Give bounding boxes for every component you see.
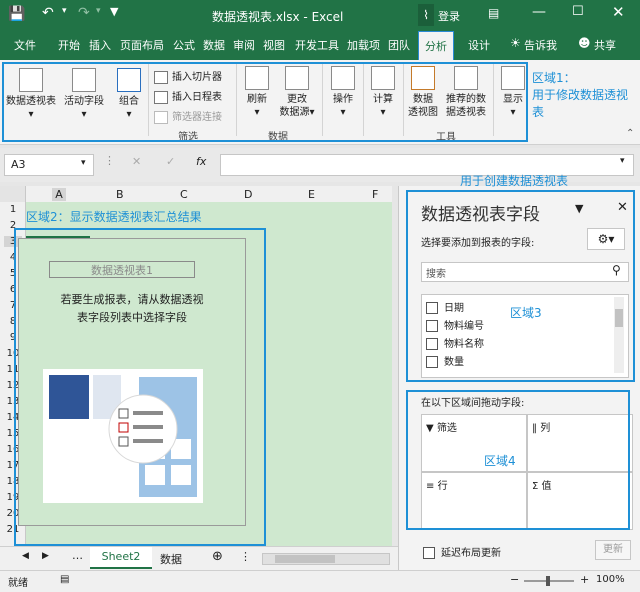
zoom-out-icon[interactable]: −	[510, 573, 519, 586]
name-box[interactable]: A3 ▾	[4, 154, 94, 176]
row-header[interactable]: 1	[4, 204, 22, 215]
zoom-slider-thumb[interactable]	[546, 576, 550, 586]
scroll-right-icon[interactable]: ▶	[42, 551, 49, 561]
area3-frame	[406, 190, 635, 382]
redo-icon[interactable]: ↷	[78, 5, 90, 21]
undo-icon[interactable]: ↶	[42, 5, 54, 21]
more-sheets-icon[interactable]: ⋮	[240, 550, 251, 563]
horizontal-scrollbar[interactable]	[262, 553, 390, 565]
collapse-ribbon-icon[interactable]: ⌃	[626, 128, 634, 139]
tab-file[interactable]: 文件	[14, 37, 36, 53]
tab-home[interactable]: 开始	[58, 37, 80, 53]
column-header[interactable]: D	[244, 188, 252, 201]
close-icon[interactable]: ✕	[612, 3, 625, 21]
sheet-tab-data[interactable]: 数据	[160, 551, 182, 567]
tab-view[interactable]: 视图	[263, 37, 285, 53]
area3-label: 区域3	[510, 306, 542, 320]
tab-review[interactable]: 审阅	[233, 37, 255, 53]
area1-label: 区域1： 用于修改数据透视 表	[532, 71, 629, 119]
ribbon-display-icon[interactable]: ⌇	[418, 4, 434, 26]
select-all-corner[interactable]	[0, 186, 25, 202]
horizontal-scrollbar-thumb[interactable]	[275, 555, 335, 563]
name-box-dropdown-icon[interactable]: ▾	[81, 158, 86, 168]
add-sheet-icon[interactable]: ⊕	[212, 549, 223, 564]
area4-frame	[406, 390, 630, 530]
tell-me-input[interactable]: 告诉我	[524, 37, 557, 53]
cancel-formula-icon[interactable]: ✕	[132, 155, 141, 168]
area2-frame	[14, 228, 266, 546]
maximize-icon[interactable]: ☐	[572, 4, 584, 19]
insert-function-icon[interactable]: fx	[196, 155, 206, 168]
defer-checkbox[interactable]	[423, 547, 435, 559]
expand-formula-icon[interactable]: ▾	[620, 156, 625, 166]
tab-team[interactable]: 团队	[388, 37, 410, 53]
sheet-tab-bar: ◀ ▶ … Sheet2 数据 ⊕ ⋮	[0, 546, 398, 571]
enter-formula-icon[interactable]: ✓	[166, 155, 175, 168]
tab-developer[interactable]: 开发工具	[295, 37, 339, 53]
customize-qat-icon[interactable]: ▼	[110, 5, 118, 18]
save-icon[interactable]: 💾	[8, 6, 25, 22]
window-title: 数据透视表.xlsx - Excel	[212, 10, 344, 24]
macro-record-icon[interactable]: ▤	[60, 574, 69, 585]
zoom-level[interactable]: 100%	[596, 574, 625, 585]
ribbon-options-icon[interactable]: ▤	[488, 6, 499, 20]
scroll-left-icon[interactable]: ◀	[22, 551, 29, 561]
zoom-slider[interactable]	[524, 576, 574, 586]
undo-dropdown-icon[interactable]: ▾	[62, 6, 67, 16]
login-link[interactable]: 登录	[438, 8, 460, 24]
zoom-in-icon[interactable]: +	[580, 573, 589, 586]
tab-page-layout[interactable]: 页面布局	[120, 37, 164, 53]
tab-design[interactable]: 设计	[468, 37, 490, 53]
defer-update-checkbox[interactable]: 延迟布局更新	[423, 544, 501, 559]
area1-frame	[2, 62, 528, 142]
column-header[interactable]: E	[308, 188, 315, 201]
tab-insert[interactable]: 插入	[89, 37, 111, 53]
minimize-icon[interactable]: —	[532, 4, 546, 20]
update-button[interactable]: 更新	[595, 540, 631, 560]
tab-addins[interactable]: 加载项	[347, 37, 380, 53]
column-header[interactable]: F	[372, 188, 378, 201]
status-bar: 就绪 ▤ − + 100%	[0, 570, 640, 592]
lightbulb-icon: ☀	[510, 36, 521, 50]
title-bar: 💾 ↶ ▾ ↷ ▾ ▼ 数据透视表.xlsx - Excel ⌇ 登录 ▤ — …	[0, 0, 640, 30]
tab-data[interactable]: 数据	[203, 37, 225, 53]
name-box-value: A3	[11, 158, 26, 171]
status-ready: 就绪	[8, 578, 28, 589]
redo-dropdown-icon[interactable]: ▾	[96, 6, 101, 16]
share-user-icon: ☻	[578, 36, 591, 50]
share-button[interactable]: 共享	[594, 37, 616, 53]
tab-analyze[interactable]: 分析	[418, 31, 454, 61]
tab-formulas[interactable]: 公式	[173, 37, 195, 53]
more-sheets-icon[interactable]: …	[72, 549, 83, 562]
area2-label: 区域2：显示数据透视表汇总结果	[26, 210, 202, 224]
area4-label: 区域4	[484, 454, 516, 468]
formula-input[interactable]	[220, 154, 634, 176]
column-header[interactable]: C	[180, 188, 188, 201]
ribbon-tabs: 文件 开始 插入 页面布局 公式 数据 审阅 视图 开发工具 加载项 团队 分析…	[0, 30, 640, 61]
column-header[interactable]: A	[52, 188, 66, 201]
sheet-tab-sheet2[interactable]: Sheet2	[90, 547, 152, 569]
column-header[interactable]: B	[116, 188, 124, 201]
create-pivot-label: 用于创建数据透视表	[460, 174, 569, 188]
formula-options-icon: ⋮	[104, 154, 115, 167]
